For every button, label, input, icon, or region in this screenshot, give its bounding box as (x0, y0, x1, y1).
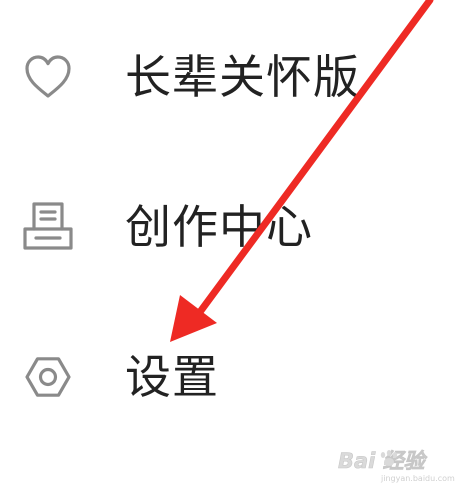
svg-text:jingyan.baidu.com: jingyan.baidu.com (380, 474, 455, 483)
menu-item-elder-care-mode[interactable]: 长辈关怀版 (0, 17, 464, 137)
creator-center-icon (20, 199, 76, 255)
menu-item-creator-center[interactable]: 创作中心 (0, 169, 464, 289)
menu-item-label: 长辈关怀版 (125, 50, 360, 104)
menu-item-settings[interactable]: 设置 (0, 318, 464, 438)
menu-item-label: 设置 (125, 350, 219, 404)
baidu-jingyan-watermark: Bai 经验 jingyan.baidu.com (336, 443, 456, 483)
menu-item-label: 创作中心 (125, 200, 313, 254)
heart-icon (20, 49, 76, 105)
gear-icon (20, 349, 76, 405)
